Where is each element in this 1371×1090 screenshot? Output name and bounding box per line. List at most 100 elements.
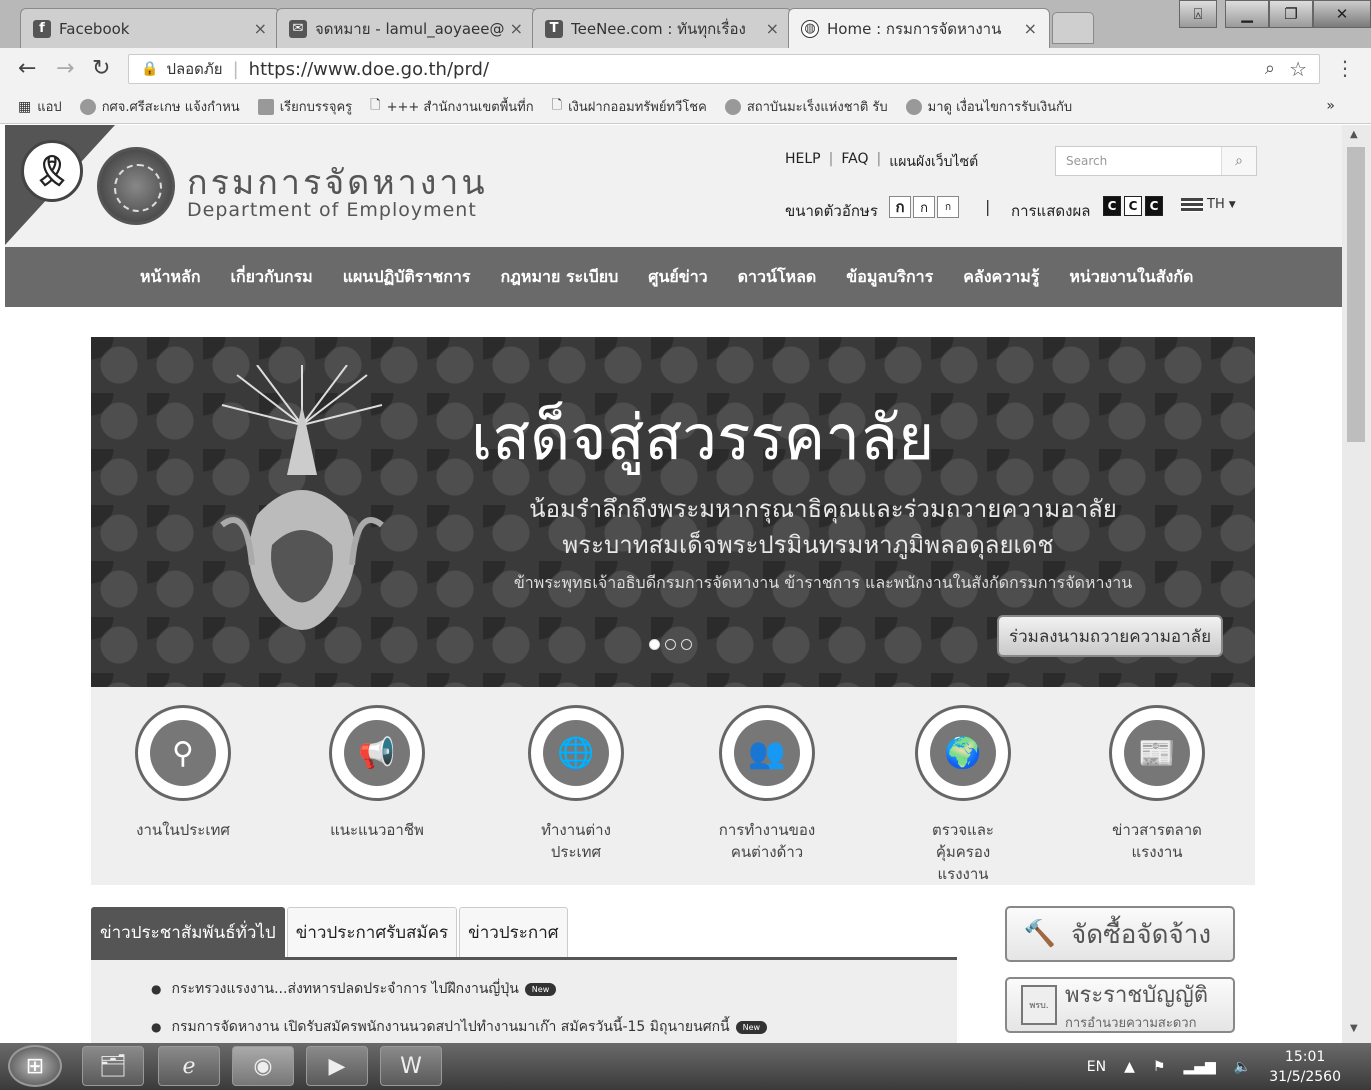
carousel-dot-active[interactable] bbox=[649, 639, 660, 650]
new-tab-button[interactable] bbox=[1052, 12, 1094, 44]
facilitation-act-button[interactable]: พรบ. พระราชบัญญัติ การอำนวยความสะดวก bbox=[1005, 977, 1235, 1033]
volume-icon[interactable]: 🔈 bbox=[1234, 1059, 1251, 1075]
news-title[interactable]: กระทรวงแรงงาน...ส่งทหารปลดประจำการ ไปฝึก… bbox=[171, 978, 518, 1000]
sign-condolence-button[interactable]: ร่วมลงนามถวายความอาลัย bbox=[997, 615, 1223, 657]
bookmark-item[interactable]: กศจ.ศรีสะเกษ แจ้งกำหน bbox=[79, 96, 240, 117]
font-medium-button[interactable]: ก bbox=[913, 196, 935, 218]
service-circle: ⚲ bbox=[135, 705, 231, 801]
nav-law[interactable]: กฎหมาย ระเบียบ bbox=[500, 265, 618, 290]
scroll-down-arrow-icon[interactable]: ▼ bbox=[1350, 1023, 1358, 1034]
address-bar[interactable]: 🔒 ปลอดภัย | https://www.doe.go.th/prd/ ⌕… bbox=[128, 54, 1320, 84]
language-label: TH bbox=[1207, 197, 1225, 212]
contrast-dark-button[interactable]: C bbox=[1103, 196, 1121, 216]
news-title[interactable]: กรมการจัดหางาน เปิดรับสมัครพนักงานนวดสปา… bbox=[171, 1016, 729, 1038]
scroll-up-arrow-icon[interactable]: ▲ bbox=[1350, 129, 1358, 140]
window-controls: ⍓ ▁ ❐ ✕ bbox=[1179, 0, 1371, 28]
nav-about[interactable]: เกี่ยวกับกรม bbox=[231, 265, 313, 290]
zoom-icon[interactable]: ⌕ bbox=[1265, 58, 1275, 79]
tab-teenee[interactable]: T TeeNee.com : ทันทุกเรื่อง × bbox=[532, 8, 792, 48]
bookmark-apps[interactable]: ▦ แอป bbox=[18, 96, 62, 117]
service-label: แนะแนวอาชีพ bbox=[330, 821, 424, 839]
bookmark-item[interactable]: สถาบันมะเร็งแห่งชาติ รับ bbox=[724, 96, 888, 117]
tray-expand-icon[interactable]: ▲ bbox=[1124, 1059, 1135, 1075]
nav-home[interactable]: หน้าหลัก bbox=[140, 265, 201, 290]
bookmark-item[interactable]: มาดู เงื่อนไขการรับเงินกับ bbox=[905, 96, 1072, 117]
tab-recruitment-news[interactable]: ข่าวประกาศรับสมัคร bbox=[286, 907, 458, 957]
hero-banner[interactable]: เสด็จสู่สวรรคาลัย น้อมรำลึกถึงพระมหากรุณ… bbox=[91, 337, 1255, 687]
procurement-button[interactable]: 🔨 จัดซื้อจัดจ้าง bbox=[1005, 906, 1235, 962]
bookmark-item[interactable]: 🗋 เงินฝากออมทรัพย์ทวีโชค bbox=[552, 96, 707, 118]
network-signal-icon[interactable]: ▂▄▆ bbox=[1183, 1059, 1215, 1075]
close-icon[interactable]: × bbox=[766, 19, 779, 38]
bookmarks-overflow[interactable]: » bbox=[1326, 98, 1335, 114]
tab-announcements[interactable]: ข่าวประกาศ bbox=[459, 907, 568, 957]
facebook-icon: f bbox=[33, 19, 51, 38]
service-career-guidance[interactable]: 📢 แนะแนวอาชีพ bbox=[287, 705, 467, 841]
nav-agencies[interactable]: หน่วยงานในสังกัด bbox=[1069, 265, 1193, 290]
nav-knowledge[interactable]: คลังความรู้ bbox=[963, 265, 1039, 290]
service-label: ตรวจและ คุ้มครอง แรงงาน bbox=[932, 821, 994, 883]
jobs-newspaper-icon: 📰 bbox=[1124, 720, 1190, 786]
service-labor-market-news[interactable]: 📰 ข่าวสารตลาด แรงงาน bbox=[1067, 705, 1247, 863]
font-small-button[interactable]: ก bbox=[937, 196, 959, 218]
close-icon[interactable]: × bbox=[510, 19, 523, 38]
close-window-button[interactable]: ✕ bbox=[1313, 0, 1371, 28]
bookmark-item[interactable]: เรียกบรรจุครู bbox=[257, 96, 352, 117]
contrast-normal-button[interactable]: C bbox=[1124, 196, 1142, 216]
service-overseas-work[interactable]: 🌐 ทำงานต่าง ประเทศ bbox=[481, 705, 671, 863]
bookmark-star-icon[interactable]: ☆ bbox=[1289, 57, 1307, 81]
search-icon[interactable]: ⌕ bbox=[1221, 147, 1256, 175]
media-player-icon[interactable]: ▶ bbox=[306, 1046, 368, 1086]
service-foreign-workers[interactable]: 👥 การทำงานของ คนต่างด้าว bbox=[677, 705, 857, 863]
nav-download[interactable]: ดาวน์โหลด bbox=[738, 265, 817, 290]
list-item[interactable]: ● กระทรวงแรงงาน...ส่งทหารปลดประจำการ ไปฝ… bbox=[151, 978, 957, 1000]
bookmark-label: กศจ.ศรีสะเกษ แจ้งกำหน bbox=[101, 100, 240, 115]
clock[interactable]: 15:01 31/5/2560 bbox=[1269, 1047, 1341, 1087]
internet-explorer-icon[interactable]: ℯ bbox=[158, 1046, 220, 1086]
url-text[interactable]: https://www.doe.go.th/prd/ bbox=[249, 59, 489, 80]
profile-icon[interactable]: ⍓ bbox=[1179, 0, 1217, 28]
bookmark-label: +++ สำนักงานเขตพื้นที่ก bbox=[386, 100, 534, 115]
tab-doe-home[interactable]: ◍ Home : กรมการจัดหางาน × bbox=[788, 8, 1050, 48]
nav-news-center[interactable]: ศูนย์ข่าว bbox=[648, 265, 707, 290]
tab-mail[interactable]: ✉ จดหมาย - lamul_aoyaee@ × bbox=[276, 8, 536, 48]
faq-link[interactable]: FAQ bbox=[841, 151, 868, 173]
nav-plan[interactable]: แผนปฏิบัติราชการ bbox=[343, 265, 471, 290]
windows-start-icon[interactable]: ⊞ bbox=[8, 1045, 62, 1087]
service-labor-protection[interactable]: 🌍 ตรวจและ คุ้มครอง แรงงาน bbox=[873, 705, 1053, 885]
page-scrollbar[interactable]: ▲ ▼ bbox=[1342, 125, 1371, 1043]
language-selector[interactable]: TH ▼ bbox=[1181, 197, 1236, 212]
close-icon[interactable]: × bbox=[254, 19, 267, 38]
minimize-button[interactable]: ▁ bbox=[1225, 0, 1269, 28]
bookmark-item[interactable]: 🗋 +++ สำนักงานเขตพื้นที่ก bbox=[370, 96, 533, 118]
list-item[interactable]: ● กรมการจัดหางาน เปิดรับสมัครพนักงานนวดส… bbox=[151, 1016, 957, 1038]
carousel-dot[interactable] bbox=[665, 639, 676, 650]
service-label: การทำงานของ คนต่างด้าว bbox=[718, 821, 816, 861]
contrast-high-button[interactable]: C bbox=[1145, 196, 1163, 216]
input-language[interactable]: EN bbox=[1087, 1059, 1106, 1075]
reload-icon[interactable]: ↻ bbox=[92, 56, 110, 81]
tab-general-news[interactable]: ข่าวประชาสัมพันธ์ทั่วไป bbox=[91, 907, 285, 957]
scroll-thumb[interactable] bbox=[1347, 147, 1365, 442]
tab-facebook[interactable]: f Facebook × bbox=[20, 8, 280, 48]
chrome-icon[interactable]: ◉ bbox=[232, 1046, 294, 1086]
service-domestic-jobs[interactable]: ⚲ งานในประเทศ bbox=[93, 705, 273, 841]
back-arrow-icon[interactable]: ← bbox=[18, 56, 36, 81]
maximize-button[interactable]: ❐ bbox=[1269, 0, 1313, 28]
nav-services[interactable]: ข้อมูลบริการ bbox=[846, 265, 933, 290]
forward-arrow-icon[interactable]: → bbox=[56, 56, 74, 81]
file-explorer-icon[interactable]: 🗂 bbox=[82, 1046, 144, 1086]
department-seal-logo[interactable] bbox=[97, 147, 175, 225]
carousel-dot[interactable] bbox=[681, 639, 692, 650]
help-link[interactable]: HELP bbox=[785, 151, 821, 173]
action-center-flag-icon[interactable]: ⚑ bbox=[1153, 1059, 1166, 1075]
new-badge: New bbox=[524, 982, 557, 996]
sitemap-link[interactable]: แผนผังเว็บไซต์ bbox=[889, 151, 978, 173]
law-book-icon: พรบ. bbox=[1021, 985, 1057, 1025]
close-icon[interactable]: × bbox=[1024, 19, 1037, 38]
map-person-icon: ⚲ bbox=[150, 720, 216, 786]
word-icon[interactable]: W bbox=[380, 1046, 442, 1086]
font-large-button[interactable]: ก bbox=[889, 196, 911, 218]
site-name-english[interactable]: Department of Employment bbox=[187, 199, 477, 221]
menu-dots-icon[interactable]: ⋮ bbox=[1335, 56, 1355, 80]
